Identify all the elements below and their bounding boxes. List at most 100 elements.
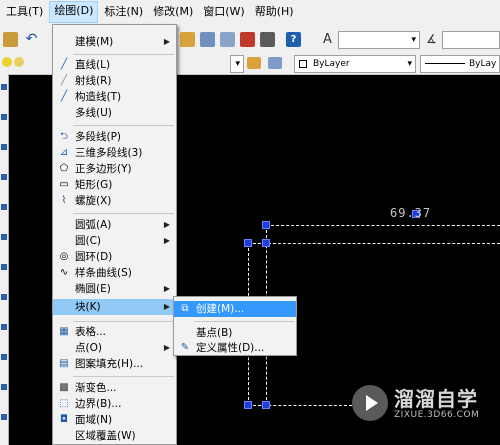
tool-icon[interactable]: [1, 294, 7, 300]
watermark: 溜溜自学 ZIXUE.3D66.COM: [352, 381, 492, 429]
tool-icon[interactable]: [1, 324, 7, 330]
undo-icon[interactable]: ↶: [24, 32, 39, 47]
define-attribute-icon: ✎: [180, 342, 190, 353]
menu-item-point[interactable]: 点(O) ▶: [53, 340, 176, 356]
menu-item-base-point[interactable]: 基点(B): [174, 325, 296, 341]
selected-line[interactable]: [248, 243, 500, 244]
polygon-icon: ⬠: [59, 163, 69, 174]
grip-point[interactable]: [244, 239, 252, 247]
layer-select-arrow[interactable]: ▾: [230, 55, 244, 73]
menu-separator: [194, 321, 294, 322]
menu-item-mline[interactable]: 多线(U): [53, 105, 176, 121]
menu-draw[interactable]: 绘图(D): [49, 1, 99, 23]
tool-icon[interactable]: [1, 414, 7, 420]
tool-icon[interactable]: [1, 264, 7, 270]
tool-icon[interactable]: [1, 234, 7, 240]
table-icon: ▦: [59, 326, 69, 337]
grip-point[interactable]: [262, 401, 270, 409]
make-current-layer-icon[interactable]: [247, 57, 261, 69]
menu-help[interactable]: 帮助(H): [251, 2, 298, 22]
tool-icon[interactable]: [1, 114, 7, 120]
construction-line-icon: ╱: [60, 91, 68, 102]
block-submenu: ⧉ 创建(M)... 基点(B) ✎ 定义属性(D)...: [173, 296, 297, 356]
menu-item-define-attribute[interactable]: ✎ 定义属性(D)...: [174, 340, 296, 356]
menu-item-wipeout[interactable]: 区域覆盖(W): [53, 428, 176, 444]
submenu-arrow-icon: ▶: [163, 302, 170, 311]
menu-separator: [73, 321, 174, 322]
menu-item-ray[interactable]: ╱ 射线(R): [53, 73, 176, 89]
menu-item-ellipse[interactable]: 椭圆(E) ▶: [53, 281, 176, 297]
menu-tools[interactable]: 工具(T): [2, 2, 47, 22]
ray-icon: ╱: [60, 75, 68, 86]
menu-window[interactable]: 窗口(W): [199, 2, 248, 22]
menu-separator: [73, 213, 174, 214]
submenu-arrow-icon: ▶: [163, 220, 170, 229]
properties-icon[interactable]: [180, 32, 195, 47]
menu-item-region[interactable]: ◘ 面域(N): [53, 412, 176, 428]
tool-palettes-icon[interactable]: [220, 32, 235, 47]
helix-icon: ⌇: [61, 195, 67, 206]
dimension-text[interactable]: 69.37: [390, 206, 431, 220]
menu-item-boundary[interactable]: ⬚ 边界(B)...: [53, 396, 176, 412]
tool-icon[interactable]: [1, 354, 7, 360]
menu-item-block[interactable]: 块(K) ▶: [53, 299, 176, 315]
text-style-icon[interactable]: A: [320, 32, 335, 47]
menu-item-3dpoly[interactable]: ⊿ 三维多段线(3): [53, 145, 176, 161]
gradient-icon: ▩: [59, 382, 69, 393]
menu-item-polygon[interactable]: ⬠ 正多边形(Y): [53, 161, 176, 177]
layer-freeze-icon[interactable]: [14, 57, 24, 67]
dim-style-select[interactable]: [442, 31, 500, 49]
menu-item-hatch[interactable]: ▤ 图案填充(H)...: [53, 356, 176, 372]
menu-item-spline[interactable]: ∿ 样条曲线(S): [53, 265, 176, 281]
tool-icon[interactable]: [1, 204, 7, 210]
tool-icon[interactable]: [1, 144, 7, 150]
left-draw-toolbar: [0, 74, 9, 445]
spline-icon: ∿: [59, 267, 69, 278]
menu-item-gradient[interactable]: ▩ 渐变色...: [53, 380, 176, 396]
match-properties-icon[interactable]: [3, 32, 18, 47]
grip-point[interactable]: [262, 239, 270, 247]
submenu-arrow-icon: ▶: [163, 236, 170, 245]
menu-item-modeling[interactable]: 建模(M) ▶: [53, 34, 176, 50]
text-style-select[interactable]: ▾: [338, 31, 420, 49]
menu-item-helix[interactable]: ⌇ 螺旋(X): [53, 193, 176, 209]
submenu-arrow-icon: ▶: [163, 284, 170, 293]
menu-item-table[interactable]: ▦ 表格...: [53, 324, 176, 340]
menu-dimension[interactable]: 标注(N): [100, 2, 147, 22]
sheet-set-icon[interactable]: [240, 32, 255, 47]
tool-icon[interactable]: [1, 84, 7, 90]
play-logo-icon: [352, 385, 388, 421]
design-center-icon[interactable]: [200, 32, 215, 47]
calculator-icon[interactable]: [260, 32, 275, 47]
selected-line[interactable]: [266, 225, 500, 226]
rectangle-icon: ▭: [59, 179, 69, 190]
submenu-arrow-icon: ▶: [163, 343, 170, 352]
tool-icon[interactable]: [1, 174, 7, 180]
linetype-select[interactable]: ByLay: [420, 55, 500, 73]
menu-item-polyline[interactable]: ⮌ 多段线(P): [53, 129, 176, 145]
dim-style-icon[interactable]: ∡: [424, 32, 439, 47]
submenu-arrow-icon: ▶: [163, 37, 170, 46]
menu-item-circle[interactable]: 圆(C) ▶: [53, 233, 176, 249]
region-icon: ◘: [60, 414, 68, 425]
menu-separator: [73, 376, 174, 377]
layer-previous-icon[interactable]: [268, 57, 282, 69]
create-block-icon: ⧉: [181, 303, 189, 314]
menu-item-arc[interactable]: 圆弧(A) ▶: [53, 217, 176, 233]
layer-on-icon[interactable]: [2, 57, 12, 67]
help-icon[interactable]: ?: [286, 32, 301, 47]
watermark-title: 溜溜自学: [394, 387, 478, 411]
color-select[interactable]: ByLayer ▾: [294, 55, 416, 73]
menu-item-donut[interactable]: ◎ 圆环(D): [53, 249, 176, 265]
menu-item-rectangle[interactable]: ▭ 矩形(G): [53, 177, 176, 193]
menu-item-xline[interactable]: ╱ 构造线(T): [53, 89, 176, 105]
menu-modify[interactable]: 修改(M): [149, 2, 197, 22]
tool-icon[interactable]: [1, 384, 7, 390]
menu-item-create-block[interactable]: ⧉ 创建(M)...: [174, 301, 296, 317]
grip-point[interactable]: [244, 401, 252, 409]
menu-item-line[interactable]: ╱ 直线(L): [53, 57, 176, 73]
draw-menu: 建模(M) ▶ ╱ 直线(L) ╱ 射线(R) ╱ 构造线(T) 多线(U) ⮌ 多段线(…: [52, 24, 177, 445]
grip-point[interactable]: [262, 221, 270, 229]
donut-icon: ◎: [59, 251, 69, 262]
menu-separator: [73, 54, 174, 55]
